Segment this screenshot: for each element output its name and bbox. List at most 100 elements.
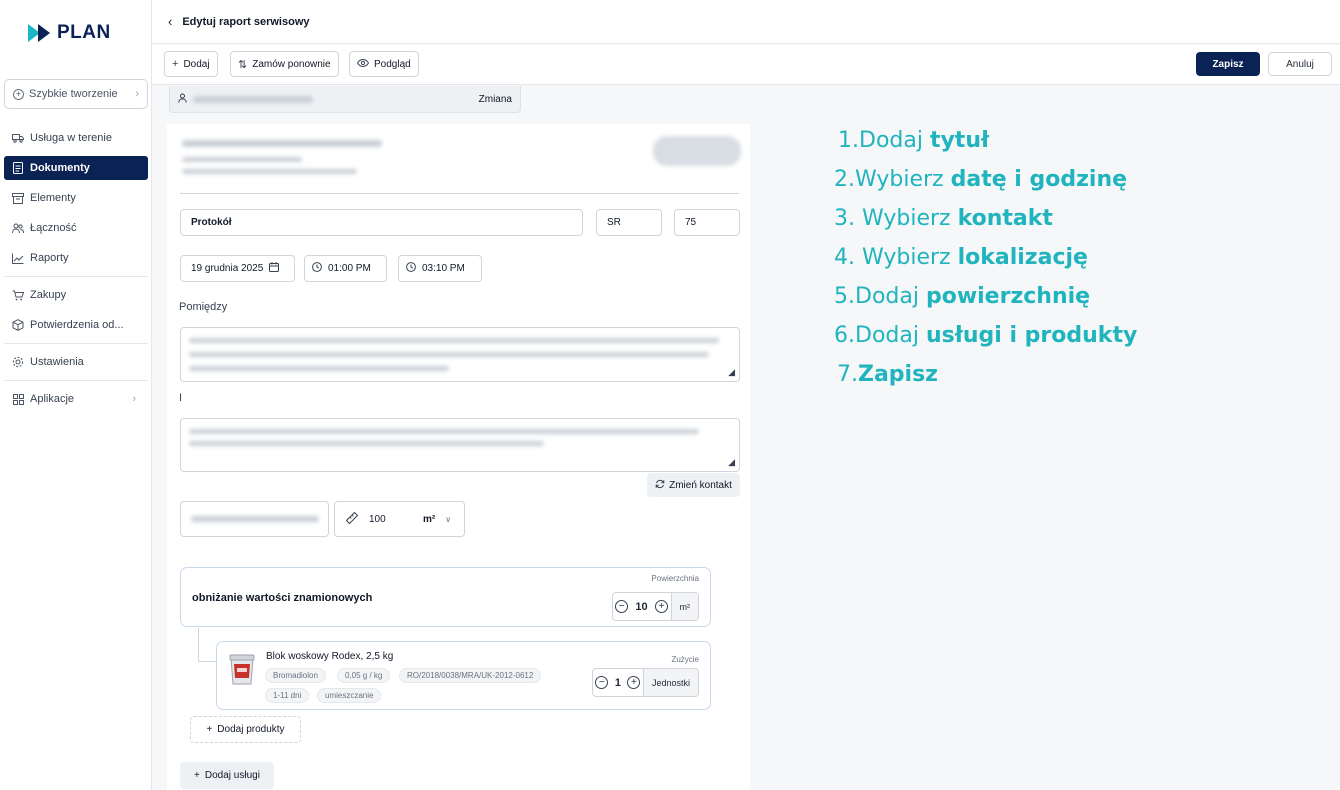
back-arrow-icon[interactable]: ‹ [168,14,172,29]
plus-icon: + [627,676,641,689]
sidebar-item-documents[interactable]: Dokumenty [4,156,148,180]
change-button[interactable]: Zmiana [479,94,512,105]
add-button[interactable]: + Dodaj [164,51,218,77]
and-label: I [179,392,183,404]
product-tag: Bromadiolon [265,668,326,683]
company-info-redacted [182,169,357,174]
brand-logo[interactable]: PLAN [28,22,111,44]
sidebar-item-purchases[interactable]: Zakupy [4,283,148,307]
start-time-picker[interactable]: 01:00 PM [304,255,387,282]
sidebar-item-label: Elementy [30,192,76,204]
sidebar-nav: Usługa w terenie Dokumenty Elementy Łącz… [4,126,148,417]
box-icon [12,192,24,204]
sidebar: PLAN + Szybkie tworzenie › Usługa w tere… [0,0,152,790]
tree-connector [198,661,216,662]
date-picker[interactable]: 19 grudnia 2025 [180,255,295,282]
change-contact-button[interactable]: Zmień kontakt [647,473,740,497]
service-quantity-stepper[interactable]: − 10 + m² [611,592,699,621]
service-quantity-value[interactable]: 10 [631,601,653,613]
minus-icon: − [615,600,628,613]
sidebar-item-label: Łączność [30,222,77,234]
save-button[interactable]: Zapisz [1196,52,1260,76]
people-icon [12,223,24,234]
sidebar-item-connections[interactable]: Łączność [4,216,148,240]
refresh-icon [655,479,665,492]
product-usage-caption: Zużycie [671,655,699,664]
service-name: obniżanie wartości znamionowych [192,592,373,604]
number-input[interactable]: 75 [674,209,740,236]
sidebar-item-label: Usługa w terenie [30,132,112,144]
plus-icon: + [655,600,668,613]
service-card: obniżanie wartości znamionowych Powierzc… [180,567,711,627]
sidebar-item-reports[interactable]: Raporty [4,246,148,270]
party-b-textarea[interactable]: ◢ [180,418,740,472]
resize-handle-icon[interactable]: ◢ [728,367,735,378]
sidebar-item-label: Raporty [30,252,69,264]
selected-contact-bar: Zmiana [169,86,521,113]
sidebar-item-apps[interactable]: Aplikacje › [4,387,148,411]
quick-create-button[interactable]: + Szybkie tworzenie › [4,79,148,109]
add-products-button[interactable]: + Dodaj produkty [190,716,301,743]
party-a-textarea[interactable]: ◢ [180,327,740,382]
brand-name: PLAN [57,22,111,43]
clock-icon [406,262,416,275]
cancel-button[interactable]: Anuluj [1268,52,1332,76]
page-title: Edytuj raport serwisowy [182,15,310,28]
plus-icon: + [194,770,200,781]
end-time-picker[interactable]: 03:10 PM [398,255,482,282]
add-button-label: Dodaj [183,58,210,70]
decrement-button[interactable]: − [613,600,631,613]
service-unit: m² [670,593,698,620]
product-unit: Jednostki [642,669,698,696]
chevron-right-icon: › [132,393,136,405]
party-b-text-redacted [189,441,544,446]
company-info-redacted [182,140,382,147]
instruction-step: 4. Wybierz lokalizację [834,245,1088,270]
calendar-icon [269,262,280,275]
product-tag: umieszczanie [317,688,382,703]
area-input[interactable]: 100 m² ∨ [334,501,465,537]
preview-button[interactable]: Podgląd [349,51,419,77]
sidebar-item-label: Dokumenty [30,162,90,174]
product-tag: 0,05 g / kg [337,668,391,683]
product-card: Blok woskowy Rodex, 2,5 kg Zużycie Broma… [216,641,711,710]
decrement-button[interactable]: − [593,676,611,689]
add-services-label: Dodaj usługi [204,770,260,781]
sidebar-item-settings[interactable]: Ustawienia [4,350,148,374]
sidebar-item-field-service[interactable]: Usługa w terenie [4,126,148,150]
party-a-text-redacted [189,366,449,371]
product-tag: RO/2018/0038/MRA/UK-2012-0612 [399,668,542,683]
quick-create-label: Szybkie tworzenie [29,88,118,100]
date-value: 19 grudnia 2025 [191,263,264,274]
report-form-card: Protokół SR 75 19 grudnia 2025 01:00 PM … [167,124,750,790]
resize-handle-icon[interactable]: ◢ [728,457,735,468]
reorder-button[interactable]: ⇅ Zamów ponownie [230,51,339,77]
sidebar-item-elements[interactable]: Elementy [4,186,148,210]
between-label: Pomiędzy [179,301,228,313]
eye-icon [356,58,370,70]
plus-icon: + [172,58,179,70]
sidebar-item-label: Zakupy [30,289,67,301]
sidebar-item-label: Potwierdzenia od... [30,319,124,331]
instruction-step: 1.Dodaj tytuł [838,128,990,153]
product-image [228,652,256,686]
increment-button[interactable]: + [625,676,643,689]
add-services-button[interactable]: + Dodaj usługi [180,762,274,789]
area-unit-select[interactable]: m² [423,514,435,525]
contact-name-redacted [193,95,313,103]
increment-button[interactable]: + [653,600,671,613]
product-quantity-stepper[interactable]: − 1 + Jednostki [591,668,699,697]
plus-icon: + [206,724,213,735]
prefix-input[interactable]: SR [596,209,662,236]
title-input[interactable]: Protokół [180,209,583,236]
header-divider [180,193,739,194]
sidebar-item-confirmations[interactable]: Potwierdzenia od... [4,313,148,337]
sidebar-item-label: Aplikacje [30,393,75,405]
product-name: Blok woskowy Rodex, 2,5 kg [266,651,394,662]
location-select[interactable] [180,501,329,537]
company-info-redacted [182,157,302,162]
product-quantity-value[interactable]: 1 [611,677,625,689]
plus-circle-icon: + [13,88,24,100]
instruction-step: 5.Dodaj powierzchnię [834,284,1091,309]
sidebar-divider [4,276,148,277]
